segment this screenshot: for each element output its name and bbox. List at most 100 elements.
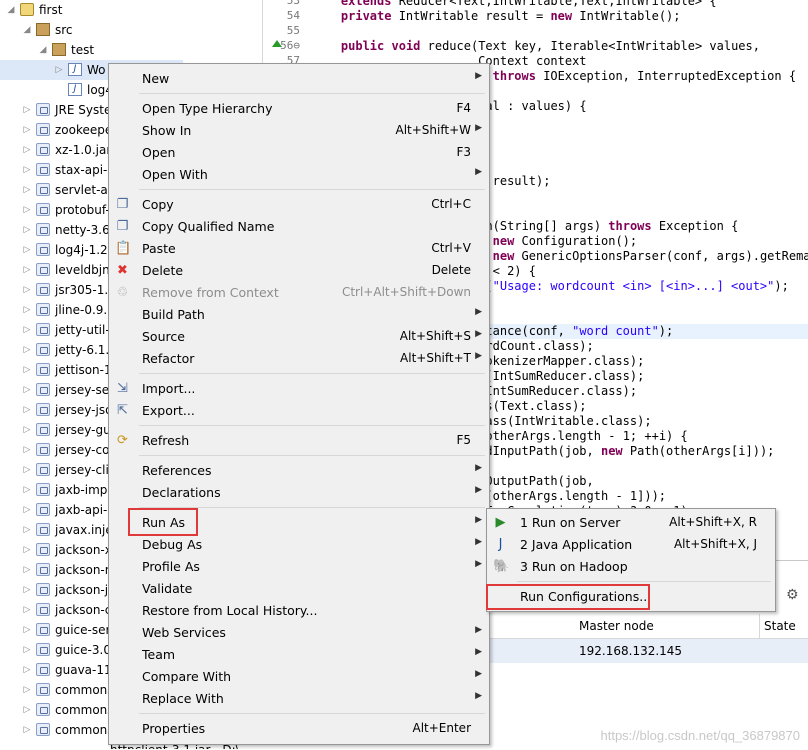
jar-icon — [36, 363, 50, 376]
collapsed-arrow-icon[interactable]: ▷ — [22, 160, 32, 180]
column-state[interactable]: State — [764, 619, 796, 633]
submenu-item-1-run-on-server[interactable]: ▶ 1 Run on Server Alt+Shift+X, R — [487, 512, 775, 534]
tree-item-label: first — [39, 3, 63, 17]
jar-icon — [36, 283, 50, 296]
menu-separator — [139, 189, 485, 190]
submenu-item-2-java-application[interactable]: J 2 Java Application Alt+Shift+X, J — [487, 534, 775, 556]
collapsed-arrow-icon[interactable]: ▷ — [22, 340, 32, 360]
collapsed-arrow-icon[interactable]: ▷ — [22, 480, 32, 500]
collapsed-arrow-icon[interactable]: ▷ — [22, 140, 32, 160]
menu-item-import[interactable]: ⇲ Import... — [109, 378, 489, 400]
column-master-node[interactable]: Master node — [579, 619, 654, 633]
line-number: 55 — [286, 24, 300, 37]
collapsed-arrow-icon[interactable]: ▷ — [22, 240, 32, 260]
tree-item[interactable]: ◢ src — [0, 20, 262, 40]
master-node-value: 192.168.132.145 — [579, 644, 683, 658]
jar-icon — [36, 423, 50, 436]
menu-item-open-with[interactable]: Open With ▶ — [109, 164, 489, 186]
collapsed-arrow-icon[interactable]: ▷ — [22, 540, 32, 560]
collapsed-arrow-icon[interactable]: ▷ — [22, 360, 32, 380]
collapsed-arrow-icon[interactable]: ▷ — [22, 320, 32, 340]
collapsed-arrow-icon[interactable]: ▷ — [22, 400, 32, 420]
menu-item-label: Refactor — [142, 351, 195, 366]
collapsed-arrow-icon[interactable]: ▷ — [22, 440, 32, 460]
collapsed-arrow-icon[interactable]: ▷ — [22, 500, 32, 520]
menu-separator — [139, 455, 485, 456]
tree-item[interactable]: ◢ test — [0, 40, 262, 60]
menu-item-references[interactable]: References ▶ — [109, 460, 489, 482]
menu-item-team[interactable]: Team ▶ — [109, 644, 489, 666]
menu-item-new[interactable]: New ▶ — [109, 68, 489, 90]
collapsed-arrow-icon[interactable]: ▷ — [54, 60, 64, 80]
expanded-arrow-icon[interactable]: ◢ — [6, 0, 16, 20]
menu-item-label: Replace With — [142, 691, 224, 706]
submenu-item-3-run-on-hadoop[interactable]: 🐘 3 Run on Hadoop — [487, 556, 775, 578]
menu-item-source[interactable]: Source Alt+Shift+S ▶ — [109, 326, 489, 348]
collapsed-arrow-icon[interactable]: ▷ — [22, 300, 32, 320]
java-app-icon: J — [498, 537, 503, 552]
menu-item-label: Declarations — [142, 485, 221, 500]
collapsed-arrow-icon[interactable]: ▷ — [22, 580, 32, 600]
menu-item-compare-with[interactable]: Compare With ▶ — [109, 666, 489, 688]
menu-item-refactor[interactable]: Refactor Alt+Shift+T ▶ — [109, 348, 489, 370]
collapsed-arrow-icon[interactable]: ▷ — [22, 380, 32, 400]
menu-item-debug-as[interactable]: Debug As ▶ — [109, 534, 489, 556]
menu-item-shortcut: F5 — [456, 433, 471, 447]
collapsed-arrow-icon[interactable]: ▷ — [22, 680, 32, 700]
menu-item-label: Remove from Context — [142, 285, 279, 300]
collapsed-arrow-icon[interactable]: ▷ — [22, 200, 32, 220]
gears-icon[interactable]: ⚙ — [786, 587, 802, 603]
tree-item-label: Wo — [87, 63, 106, 77]
package-icon — [52, 43, 66, 56]
menu-item-label: Web Services — [142, 625, 226, 640]
collapsed-arrow-icon[interactable]: ▷ — [22, 180, 32, 200]
menu-item-copy[interactable]: ❐ Copy Ctrl+C — [109, 194, 489, 216]
hadoop-elephant-icon: 🐘 — [493, 559, 510, 574]
collapsed-arrow-icon[interactable]: ▷ — [22, 460, 32, 480]
collapsed-arrow-icon[interactable]: ▷ — [22, 700, 32, 720]
collapsed-arrow-icon[interactable]: ▷ — [22, 720, 32, 740]
collapsed-arrow-icon[interactable]: ▷ — [22, 100, 32, 120]
expanded-arrow-icon[interactable]: ◢ — [22, 20, 32, 40]
submenu-item-shortcut: Alt+Shift+X, J — [673, 537, 757, 551]
highlight-box — [486, 584, 650, 610]
menu-item-delete[interactable]: ✖ Delete Delete — [109, 260, 489, 282]
collapsed-arrow-icon[interactable]: ▷ — [22, 560, 32, 580]
menu-item-label: Validate — [142, 581, 193, 596]
menu-item-copy-qualified-name[interactable]: ❐ Copy Qualified Name — [109, 216, 489, 238]
paste-icon: 📋 — [115, 241, 132, 256]
menu-item-open[interactable]: Open F3 — [109, 142, 489, 164]
menu-item-export[interactable]: ⇱ Export... — [109, 400, 489, 422]
menu-item-profile-as[interactable]: Profile As ▶ — [109, 556, 489, 578]
expanded-arrow-icon[interactable]: ◢ — [38, 40, 48, 60]
collapsed-arrow-icon[interactable]: ▷ — [22, 600, 32, 620]
menu-item-web-services[interactable]: Web Services ▶ — [109, 622, 489, 644]
tree-item[interactable]: ◢ first — [0, 0, 262, 20]
collapsed-arrow-icon[interactable]: ▷ — [22, 620, 32, 640]
menu-item-refresh[interactable]: ⟳ Refresh F5 — [109, 430, 489, 452]
menu-item-shortcut: Alt+Enter — [412, 721, 471, 735]
menu-item-show-in[interactable]: Show In Alt+Shift+W ▶ — [109, 120, 489, 142]
collapsed-arrow-icon[interactable]: ▷ — [22, 640, 32, 660]
collapsed-arrow-icon[interactable]: ▷ — [22, 660, 32, 680]
menu-item-shortcut: Delete — [431, 263, 471, 277]
collapsed-arrow-icon[interactable]: ▷ — [22, 260, 32, 280]
menu-item-restore-from-local-history[interactable]: Restore from Local History... — [109, 600, 489, 622]
menu-item-properties[interactable]: Properties Alt+Enter — [109, 718, 489, 740]
collapsed-arrow-icon[interactable]: ▷ — [22, 220, 32, 240]
menu-item-open-type-hierarchy[interactable]: Open Type Hierarchy F4 — [109, 98, 489, 120]
collapsed-arrow-icon[interactable]: ▷ — [22, 520, 32, 540]
collapsed-arrow-icon[interactable]: ▷ — [22, 280, 32, 300]
menu-item-paste[interactable]: 📋 Paste Ctrl+V — [109, 238, 489, 260]
menu-item-declarations[interactable]: Declarations ▶ — [109, 482, 489, 504]
collapsed-arrow-icon[interactable]: ▷ — [22, 120, 32, 140]
code-line: public void reduce(Text key, Iterable<In… — [340, 39, 760, 53]
menu-item-label: Export... — [142, 403, 195, 418]
menu-item-build-path[interactable]: Build Path ▶ — [109, 304, 489, 326]
menu-item-label: Open Type Hierarchy — [142, 101, 273, 116]
menu-item-replace-with[interactable]: Replace With ▶ — [109, 688, 489, 710]
jar-icon — [36, 603, 50, 616]
collapsed-arrow-icon[interactable]: ▷ — [22, 420, 32, 440]
override-marker-icon — [272, 40, 282, 47]
menu-item-validate[interactable]: Validate — [109, 578, 489, 600]
